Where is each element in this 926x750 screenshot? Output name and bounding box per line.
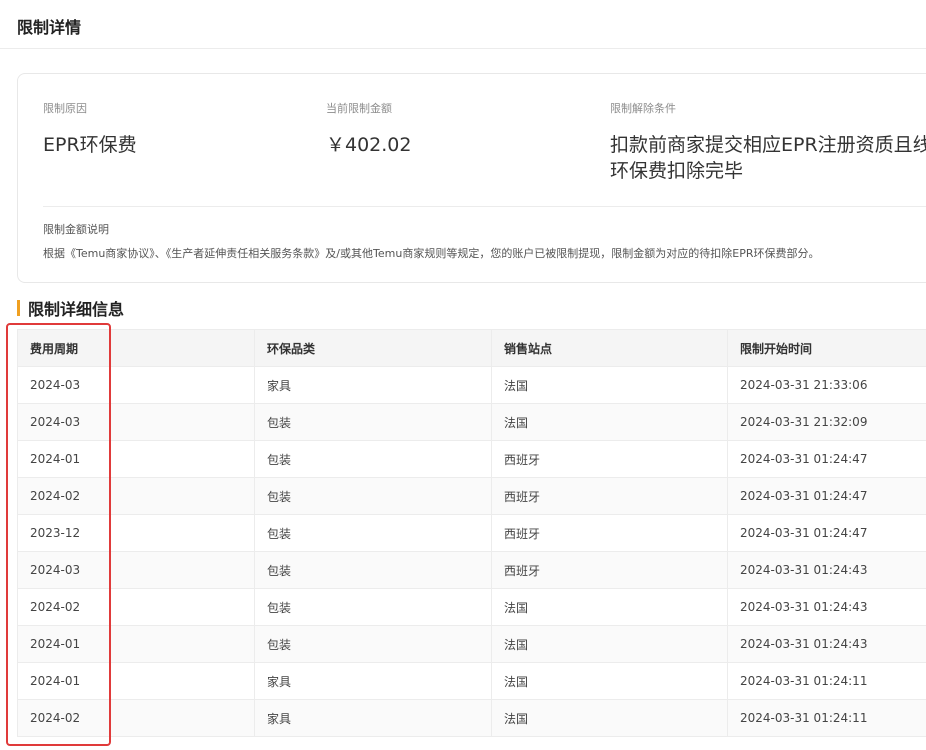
condition-line-1: 扣款前商家提交相应EPR注册资质且线 (610, 134, 926, 156)
section-title: 限制详细信息 (17, 298, 125, 319)
reason-value: EPR环保费 (43, 134, 137, 156)
table-row[interactable]: 2024-03 包装 法国 2024-03-31 21:32:09 (17, 403, 926, 441)
column-header-category[interactable]: 环保品类 (254, 329, 492, 367)
sales-site-cell: 法国 (491, 588, 728, 626)
start-time-cell: 2024-03-31 21:33:06 (727, 366, 926, 404)
fee-period-cell: 2024-01 (17, 625, 255, 663)
category-cell: 包装 (254, 514, 492, 552)
condition-label: 限制解除条件 (610, 102, 676, 115)
condition-line-2: 环保费扣除完毕 (610, 160, 744, 182)
start-time-cell: 2024-03-31 01:24:11 (727, 662, 926, 700)
sales-site-cell: 法国 (491, 625, 728, 663)
start-time-cell: 2024-03-31 21:32:09 (727, 403, 926, 441)
category-cell: 家具 (254, 662, 492, 700)
start-time-cell: 2024-03-31 01:24:47 (727, 477, 926, 515)
category-cell: 包装 (254, 551, 492, 589)
amount-label: 当前限制金额 (326, 102, 392, 115)
condition-value: 扣款前商家提交相应EPR注册资质且线 环保费扣除完毕 (610, 132, 926, 184)
fee-period-cell: 2024-03 (17, 551, 255, 589)
column-header-sales-site[interactable]: 销售站点 (491, 329, 728, 367)
table-row[interactable]: 2024-02 包装 法国 2024-03-31 01:24:43 (17, 588, 926, 626)
start-time-cell: 2024-03-31 01:24:43 (727, 625, 926, 663)
table-row[interactable]: 2024-03 包装 西班牙 2024-03-31 01:24:43 (17, 551, 926, 589)
sales-site-cell: 西班牙 (491, 477, 728, 515)
restriction-details-table: 费用周期 环保品类 销售站点 限制开始时间 2024-03 家具 法国 2024-03… (17, 329, 926, 737)
fee-period-cell: 2023-12 (17, 514, 255, 552)
table-row[interactable]: 2024-03 家具 法国 2024-03-31 21:33:06 (17, 366, 926, 404)
info-divider (43, 206, 926, 207)
column-header-start-time[interactable]: 限制开始时间 (727, 329, 926, 367)
restriction-info-card: 限制原因 EPR环保费 当前限制金额 ￥402.02 限制解除条件 扣款前商家提… (17, 73, 926, 283)
category-cell: 包装 (254, 625, 492, 663)
section-title-text: 限制详细信息 (28, 300, 125, 319)
page-title: 限制详情 (17, 18, 82, 37)
category-cell: 包装 (254, 588, 492, 626)
sales-site-cell: 法国 (491, 366, 728, 404)
fee-period-cell: 2024-02 (17, 477, 255, 515)
amount-value: ￥402.02 (326, 134, 412, 156)
fee-period-cell: 2024-02 (17, 699, 255, 737)
note-text: 根据《Temu商家协议》、《生产者延伸责任相关服务条款》及/或其他Temu商家规… (43, 247, 820, 260)
table-row[interactable]: 2024-02 包装 西班牙 2024-03-31 01:24:47 (17, 477, 926, 515)
start-time-cell: 2024-03-31 01:24:43 (727, 588, 926, 626)
fee-period-cell: 2024-03 (17, 366, 255, 404)
details-table-wrapper: 费用周期 环保品类 销售站点 限制开始时间 2024-03 家具 法国 2024-03… (17, 329, 926, 737)
sales-site-cell: 法国 (491, 699, 728, 737)
page-header: 限制详情 (0, 0, 926, 49)
category-cell: 家具 (254, 699, 492, 737)
start-time-cell: 2024-03-31 01:24:11 (727, 699, 926, 737)
fee-period-cell: 2024-01 (17, 662, 255, 700)
table-row[interactable]: 2024-02 家具 法国 2024-03-31 01:24:11 (17, 699, 926, 737)
sales-site-cell: 法国 (491, 403, 728, 441)
fee-period-cell: 2024-03 (17, 403, 255, 441)
table-body: 2024-03 家具 法国 2024-03-31 21:33:06 2024-03 包装法… (17, 366, 926, 737)
sales-site-cell: 法国 (491, 662, 728, 700)
fee-period-cell: 2024-01 (17, 440, 255, 478)
fee-period-cell: 2024-02 (17, 588, 255, 626)
start-time-cell: 2024-03-31 01:24:43 (727, 551, 926, 589)
reason-label: 限制原因 (43, 102, 87, 115)
table-row[interactable]: 2023-12 包装 西班牙 2024-03-31 01:24:47 (17, 514, 926, 552)
start-time-cell: 2024-03-31 01:24:47 (727, 440, 926, 478)
table-row[interactable]: 2024-01 家具 法国 2024-03-31 01:24:11 (17, 662, 926, 700)
restriction-details-page: 限制详情 限制原因 EPR环保费 当前限制金额 ￥402.02 限制解除条件 扣… (0, 0, 926, 750)
category-cell: 包装 (254, 440, 492, 478)
table-header-row: 费用周期 环保品类 销售站点 限制开始时间 (17, 329, 926, 367)
sales-site-cell: 西班牙 (491, 551, 728, 589)
category-cell: 包装 (254, 477, 492, 515)
table-row[interactable]: 2024-01 包装 法国 2024-03-31 01:24:43 (17, 625, 926, 663)
category-cell: 包装 (254, 403, 492, 441)
note-label: 限制金额说明 (43, 223, 109, 236)
sales-site-cell: 西班牙 (491, 440, 728, 478)
section-accent-bar (17, 300, 20, 316)
table-row[interactable]: 2024-01 包装 西班牙 2024-03-31 01:24:47 (17, 440, 926, 478)
category-cell: 家具 (254, 366, 492, 404)
start-time-cell: 2024-03-31 01:24:47 (727, 514, 926, 552)
sales-site-cell: 西班牙 (491, 514, 728, 552)
column-header-fee-period[interactable]: 费用周期 (17, 329, 255, 367)
